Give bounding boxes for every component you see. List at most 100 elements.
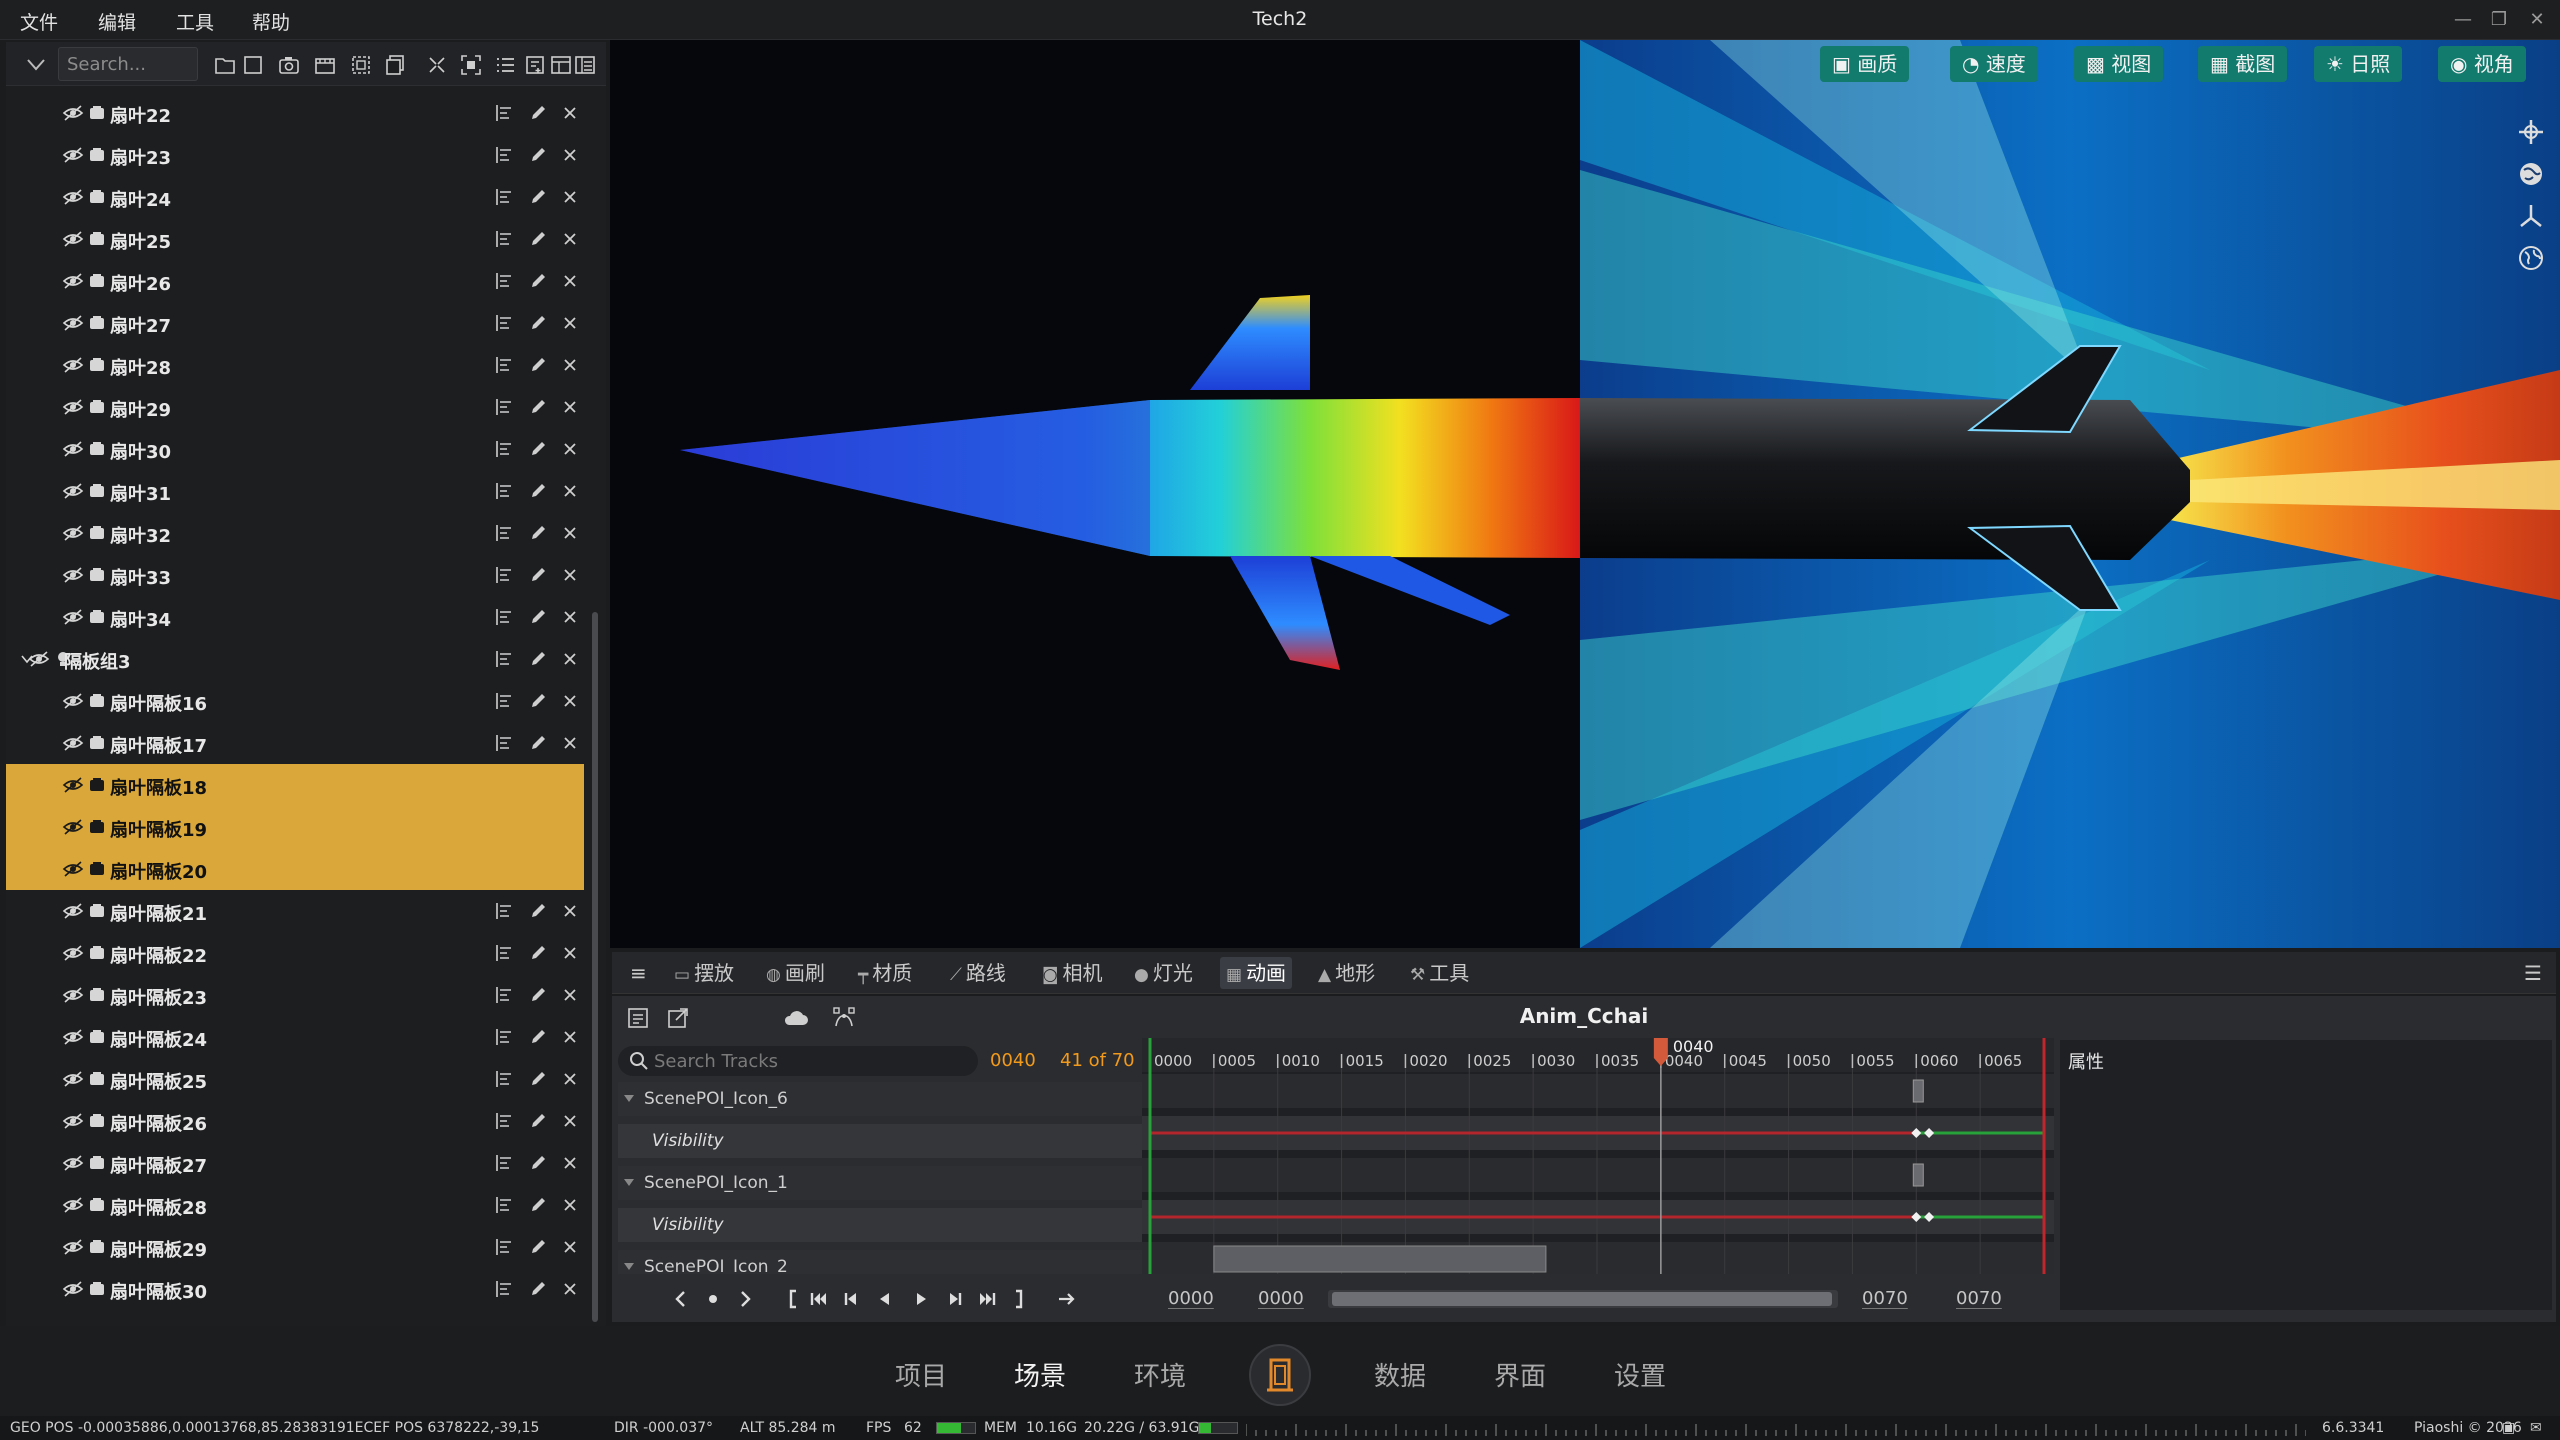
- delete-icon[interactable]: [560, 901, 580, 921]
- prev-key-icon[interactable]: [670, 1288, 692, 1310]
- details-icon[interactable]: [550, 54, 572, 76]
- delete-icon[interactable]: [560, 649, 580, 669]
- align-icon[interactable]: [494, 1027, 514, 1047]
- edit-icon[interactable]: [528, 523, 548, 543]
- tree-row[interactable]: 扇叶隔板19: [6, 806, 584, 848]
- copy-icon[interactable]: [384, 54, 406, 76]
- delete-icon[interactable]: [560, 355, 580, 375]
- align-icon[interactable]: [494, 1069, 514, 1089]
- delete-icon[interactable]: [560, 607, 580, 627]
- axis-icon[interactable]: [2515, 200, 2547, 232]
- tree-row[interactable]: 扇叶22: [6, 92, 584, 134]
- visibility-icon[interactable]: [62, 859, 84, 879]
- align-icon[interactable]: [494, 439, 514, 459]
- track-object-row[interactable]: ScenePOI_Icon_6: [618, 1082, 1144, 1116]
- visibility-icon[interactable]: [62, 985, 84, 1005]
- 3d-viewport[interactable]: ▣ 画质 ◔ 速度 ▩ 视图 ▦ 截图 ☀ 日照 ◉ 视角: [610, 40, 2560, 948]
- delete-icon[interactable]: [560, 397, 580, 417]
- square-icon[interactable]: [242, 54, 264, 76]
- tree-row[interactable]: 扇叶27: [6, 302, 584, 344]
- jump-icon[interactable]: [1056, 1288, 1078, 1310]
- visibility-icon[interactable]: [62, 145, 84, 165]
- mail-icon[interactable]: ✉: [2530, 1420, 2542, 1436]
- delete-icon[interactable]: [560, 985, 580, 1005]
- prev-frame-icon[interactable]: [840, 1288, 862, 1310]
- timeline-range-thumb[interactable]: [1332, 1292, 1832, 1306]
- edit-icon[interactable]: [528, 1069, 548, 1089]
- edit-icon[interactable]: [528, 313, 548, 333]
- visibility-icon[interactable]: [62, 523, 84, 543]
- edit-icon[interactable]: [528, 187, 548, 207]
- earth-icon[interactable]: [2515, 242, 2547, 274]
- tree-row[interactable]: 扇叶34: [6, 596, 584, 638]
- film-icon[interactable]: [314, 54, 336, 76]
- visibility-icon[interactable]: [62, 901, 84, 921]
- range-end-field[interactable]: 0070: [1956, 1288, 2002, 1309]
- focus-icon[interactable]: [460, 54, 482, 76]
- dock-tab-material[interactable]: ┯ 材质: [852, 957, 918, 989]
- edit-icon[interactable]: [528, 397, 548, 417]
- track-search-input[interactable]: [654, 1049, 954, 1073]
- visibility-icon[interactable]: [62, 1027, 84, 1047]
- dock-tab-terrain[interactable]: ▲ 地形: [1312, 957, 1381, 989]
- tree-row[interactable]: 扇叶33: [6, 554, 584, 596]
- chevron-down-icon[interactable]: [622, 1176, 636, 1190]
- close-window-icon[interactable]: ✕: [2522, 6, 2552, 34]
- edit-icon[interactable]: [528, 607, 548, 627]
- dock-options-icon[interactable]: ☰: [2518, 957, 2548, 989]
- edit-icon[interactable]: [528, 1153, 548, 1173]
- align-icon[interactable]: [494, 1195, 514, 1215]
- speed-button[interactable]: ◔ 速度: [1950, 46, 2038, 82]
- delete-icon[interactable]: [560, 187, 580, 207]
- delete-icon[interactable]: [560, 733, 580, 753]
- visibility-icon[interactable]: [62, 565, 84, 585]
- align-icon[interactable]: [494, 313, 514, 333]
- align-icon[interactable]: [494, 565, 514, 585]
- align-icon[interactable]: [494, 523, 514, 543]
- next-frame-icon[interactable]: [944, 1288, 966, 1310]
- menu-file[interactable]: 文件: [20, 8, 58, 35]
- add-key-icon[interactable]: [702, 1288, 724, 1310]
- visibility-icon[interactable]: [62, 397, 84, 417]
- align-icon[interactable]: [494, 355, 514, 375]
- delete-icon[interactable]: [560, 271, 580, 291]
- align-icon[interactable]: [494, 103, 514, 123]
- menu-tools[interactable]: 工具: [176, 8, 214, 35]
- track-object-row[interactable]: ScenePOI_Icon_2: [618, 1250, 1144, 1274]
- edit-icon[interactable]: [528, 355, 548, 375]
- notify-icon[interactable]: ▣: [2502, 1420, 2515, 1436]
- quality-button[interactable]: ▣ 画质: [1820, 46, 1910, 82]
- tree-row[interactable]: 扇叶隔板20: [6, 848, 584, 890]
- app-logo-icon[interactable]: [1249, 1344, 1311, 1406]
- edit-icon[interactable]: [528, 1195, 548, 1215]
- visibility-icon[interactable]: [62, 1237, 84, 1257]
- visibility-icon[interactable]: [62, 355, 84, 375]
- globe-icon[interactable]: [2515, 158, 2547, 190]
- visibility-icon[interactable]: [62, 607, 84, 627]
- tree-row[interactable]: 扇叶26: [6, 260, 584, 302]
- delete-icon[interactable]: [560, 1237, 580, 1257]
- delete-icon[interactable]: [560, 691, 580, 711]
- tree-row[interactable]: 扇叶隔板29: [6, 1226, 584, 1268]
- delete-icon[interactable]: [560, 439, 580, 459]
- go-end-icon[interactable]: [976, 1288, 998, 1310]
- visibility-icon[interactable]: [62, 775, 84, 795]
- play-icon[interactable]: [910, 1288, 932, 1310]
- delete-icon[interactable]: [560, 145, 580, 165]
- delete-icon[interactable]: [560, 1027, 580, 1047]
- tree-row[interactable]: 扇叶28: [6, 344, 584, 386]
- delete-icon[interactable]: [560, 943, 580, 963]
- edit-icon[interactable]: [528, 985, 548, 1005]
- tree-group-row[interactable]: 隔板组3: [6, 638, 584, 680]
- delete-icon[interactable]: [560, 313, 580, 333]
- align-icon[interactable]: [494, 649, 514, 669]
- align-icon[interactable]: [494, 1153, 514, 1173]
- restore-icon[interactable]: ❐: [2484, 6, 2514, 34]
- collapse-icon[interactable]: [426, 54, 448, 76]
- tree-row[interactable]: 扇叶隔板21: [6, 890, 584, 932]
- add-layer-icon[interactable]: [524, 54, 546, 76]
- panel-icon[interactable]: [574, 54, 596, 76]
- tree-row[interactable]: 扇叶24: [6, 176, 584, 218]
- next-key-icon[interactable]: [734, 1288, 756, 1310]
- edit-icon[interactable]: [528, 103, 548, 123]
